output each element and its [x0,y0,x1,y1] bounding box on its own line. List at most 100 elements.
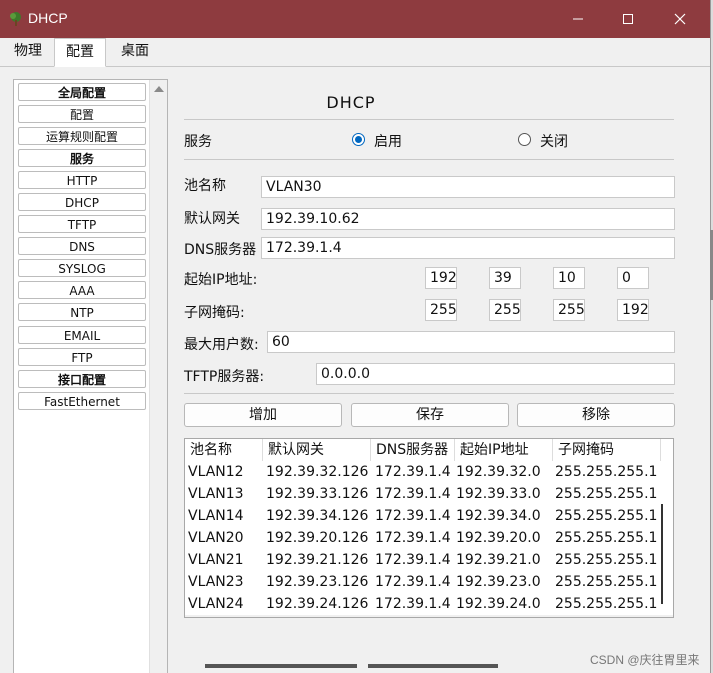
table-cell: 172.39.1.4 [375,615,457,617]
table-cell: VLAN30 [188,615,264,617]
horizontal-scrollbar-thumb[interactable] [205,664,357,668]
minimize-button[interactable] [553,0,603,38]
table-row[interactable]: VLAN13 192.39.33.126 172.39.1.4 192.39.33.0… [185,483,673,505]
mask-octet-4[interactable]: 192 [617,299,649,321]
table-row[interactable]: VLAN14 192.39.34.126 172.39.1.4 192.39.34.0… [185,505,673,527]
service-off-label: 关闭 [540,134,568,150]
sidebar-item-dhcp[interactable]: DHCP [18,193,146,211]
max-users-label: 最大用户数: [184,337,259,353]
table-cell: 192.39.20.126 [266,530,369,546]
tftp-input[interactable]: 0.0.0.0 [316,363,675,385]
table-cell: 255.255.255.1 [555,508,658,524]
minimize-icon [573,18,583,20]
table-row[interactable]: VLAN20 192.39.20.126 172.39.1.4 192.39.20.0… [185,527,673,549]
dns-input[interactable]: 172.39.1.4 [261,237,675,259]
horizontal-scrollbar-thumb[interactable] [368,664,498,668]
sidebar-header-services[interactable]: 服务 [18,149,146,167]
table-cell: 192.39.10.62 [266,615,372,617]
sidebar-header-global[interactable]: 全局配置 [18,83,146,101]
table-cell: 255.255.255.1 [555,574,658,590]
sidebar-item-aaa[interactable]: AAA [18,281,146,299]
table-cell: VLAN20 [188,530,244,546]
gateway-label: 默认网关 [184,211,240,227]
table-row[interactable]: VLAN12 192.39.32.126 172.39.1.4 192.39.32.0… [185,461,673,483]
tftp-label: TFTP服务器: [184,369,265,385]
sidebar-item-ntp[interactable]: NTP [18,303,146,321]
config-content: 全局配置 配置 运算规则配置 服务 HTTP DHCP TFTP DNS SYS… [4,67,704,673]
table-cell: VLAN12 [188,464,244,480]
scroll-up-arrow-icon[interactable] [154,86,164,92]
table-cell: 172.39.1.4 [375,486,451,502]
remove-button[interactable]: 移除 [517,403,675,427]
table-cell: 255.255.255.1 [555,552,658,568]
table-cell: 192.39.24.126 [266,596,369,612]
table-cell: VLAN13 [188,486,244,502]
table-cell: 172.39.1.4 [375,596,451,612]
start-ip-octet-2[interactable]: 39 [489,267,521,289]
panel-title: DHCP [326,93,376,112]
table-cell: 172.39.1.4 [375,574,451,590]
divider [184,119,674,120]
sidebar-item-http[interactable]: HTTP [18,171,146,189]
table-cell: 172.39.1.4 [375,552,451,568]
table-scrollbar-thumb[interactable] [661,504,663,604]
table-row[interactable]: VLAN23 192.39.23.126 172.39.1.4 192.39.23.0… [185,571,673,593]
tab-config[interactable]: 配置 [54,38,106,67]
sidebar-item-tftp[interactable]: TFTP [18,215,146,233]
sidebar-item-ftp[interactable]: FTP [18,348,146,366]
pool-name-input[interactable]: VLAN30 [261,176,675,198]
table-cell: VLAN24 [188,596,244,612]
service-on-radio[interactable] [352,133,365,146]
service-on-label: 启用 [374,134,402,150]
table-row[interactable]: VLAN24 192.39.24.126 172.39.1.4 192.39.24.0… [185,593,673,615]
table-cell: 172.39.1.4 [375,508,451,524]
app-tree-icon [10,12,21,26]
start-ip-label: 起始IP地址: [184,272,258,288]
start-ip-octet-4[interactable]: 0 [617,267,649,289]
sidebar-header-interfaces[interactable]: 接口配置 [18,370,146,388]
add-button[interactable]: 增加 [184,403,342,427]
mask-octet-3[interactable]: 255 [553,299,585,321]
column-header-dns[interactable]: DNS服务器 [371,439,455,461]
table-cell: 255.255.255.1 [555,530,658,546]
table-cell: 192.39.21.126 [266,552,369,568]
sidebar-item-settings[interactable]: 配置 [18,105,146,123]
table-cell: VLAN14 [188,508,244,524]
window-title: DHCP [28,10,68,26]
tab-desktop[interactable]: 桌面 [110,38,160,65]
pool-table: 池名称 默认网关 DNS服务器 起始IP地址 子网掩码 VLAN12 192.39… [184,438,674,618]
column-header-mask[interactable]: 子网掩码 [553,439,661,461]
start-ip-octet-3[interactable]: 10 [553,267,585,289]
column-header-start-ip[interactable]: 起始IP地址 [455,439,553,461]
table-cell: 172.39.1.4 [375,464,451,480]
table-cell: 192.39.10.0 [456,615,554,617]
sidebar-item-email[interactable]: EMAIL [18,326,146,344]
sidebar-item-syslog[interactable]: SYSLOG [18,259,146,277]
column-header-pool[interactable]: 池名称 [185,439,263,461]
title-bar[interactable]: DHCP [0,0,710,38]
close-button[interactable] [655,0,705,38]
column-header-gateway[interactable]: 默认网关 [263,439,371,461]
dhcp-panel: DHCP 服务 启用 关闭 池名称 VLAN30 默认网关 192.39.10.… [176,77,697,673]
mask-label: 子网掩码: [184,305,245,321]
table-row[interactable]: VLAN21 192.39.21.126 172.39.1.4 192.39.21.0… [185,549,673,571]
mask-octet-2[interactable]: 255 [489,299,521,321]
service-off-radio[interactable] [518,133,531,146]
divider [184,159,674,160]
sidebar-item-algorithm[interactable]: 运算规则配置 [18,127,146,145]
table-row[interactable]: VLAN30192.39.10.62172.39.1.4192.39.10.02… [185,615,673,617]
table-cell: VLAN23 [188,574,244,590]
maximize-button[interactable] [603,0,653,38]
sidebar-scrollbar[interactable] [149,80,167,673]
sidebar-item-dns[interactable]: DNS [18,237,146,255]
save-button[interactable]: 保存 [351,403,509,427]
start-ip-octet-1[interactable]: 192 [425,267,457,289]
gateway-input[interactable]: 192.39.10.62 [261,208,675,230]
maximize-icon [623,14,633,24]
max-users-input[interactable]: 60 [267,331,675,353]
mask-octet-1[interactable]: 255 [425,299,457,321]
dns-label: DNS服务器 [184,242,257,258]
tab-physical[interactable]: 物理 [6,38,50,65]
sidebar-item-fastethernet[interactable]: FastEthernet [18,392,146,410]
table-cell: VLAN21 [188,552,244,568]
